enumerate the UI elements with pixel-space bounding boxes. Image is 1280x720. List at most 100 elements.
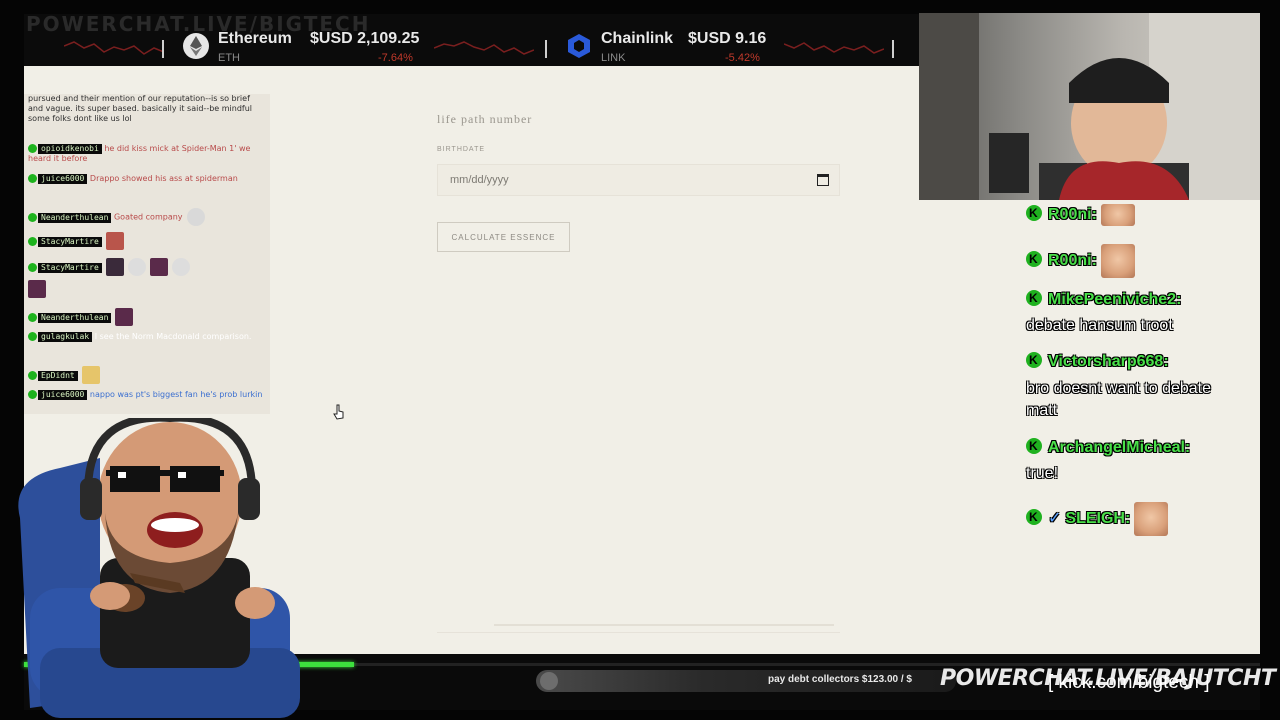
chat-text: nappo was pt's biggest fan he's prob lur…: [89, 390, 263, 399]
calculate-essence-button[interactable]: CALCULATE ESSENCE: [437, 222, 570, 252]
chat-text: debate hansum troot: [1026, 317, 1173, 334]
chat-message: Neanderthulean Goated company: [28, 208, 264, 226]
kick-badge-icon: [1026, 507, 1042, 527]
ticker-price: $USD 9.16: [688, 30, 767, 47]
birthdate-placeholder: mm/dd/yyyy: [450, 174, 509, 186]
streamer-image: [919, 13, 1260, 200]
emote-icon: [1100, 204, 1135, 226]
kick-badge-icon: [1026, 203, 1042, 223]
chat-username[interactable]: opioidkenobi: [38, 144, 102, 154]
check-badge-icon: ✓: [1048, 510, 1062, 528]
emote-icon: [1100, 244, 1135, 278]
chat-username[interactable]: juice6000: [38, 390, 88, 400]
chat-username[interactable]: R00ni:: [1048, 252, 1097, 269]
avatar-mascot: [18, 418, 300, 718]
ticker-symbol: LINK: [601, 52, 626, 64]
chat-message: R00ni:: [1026, 244, 1135, 278]
emote-icon: [171, 258, 190, 276]
kick-badge-icon: [1026, 288, 1042, 308]
chat-message: opioidkenobi he did kiss mick at Spider-…: [28, 144, 264, 164]
chat-text: true!: [1026, 465, 1059, 482]
birthdate-label: BIRTHDATE: [437, 146, 486, 153]
ticker-price: $USD 2,109.25: [310, 30, 420, 47]
ticker-name: Chainlink: [601, 30, 674, 47]
chat-username[interactable]: ArchangelMicheal:: [1048, 439, 1190, 456]
right-chat-panel: R00ni: R00ni: MikePeeniviche2: debate ha…: [1026, 200, 1246, 550]
chat-message: pursued and their mention of our reputat…: [28, 94, 264, 124]
kick-badge-icon: [1026, 350, 1042, 370]
sparkline: [64, 41, 164, 55]
ethereum-icon: [183, 33, 209, 59]
chat-text: I see the Norm Macdonald comparison.: [94, 332, 252, 341]
chat-message: MikePeeniviche2:: [1026, 288, 1181, 310]
green-badge-icon: [28, 212, 37, 222]
ticker-separator: [892, 40, 894, 58]
sparkline: [784, 42, 884, 54]
emote-icon: [28, 280, 46, 298]
calendar-icon[interactable]: [817, 174, 829, 186]
birthdate-input[interactable]: mm/dd/yyyy: [437, 164, 840, 196]
kick-url: [ kick.com/bigtech ]: [1048, 672, 1210, 693]
chat-username[interactable]: Victorsharp668:: [1048, 353, 1169, 370]
chat-username[interactable]: StacyMartire: [38, 262, 102, 273]
emote-icon: [81, 366, 100, 384]
chat-message: StacyMartire: [28, 232, 264, 250]
green-badge-icon: [28, 312, 37, 322]
ticker-name: Ethereum: [218, 30, 292, 47]
green-badge-icon: [28, 144, 37, 153]
footer-text: [494, 622, 834, 628]
ticker-separator: [545, 40, 547, 58]
chat-message: juice6000 nappo was pt's biggest fan he'…: [28, 390, 264, 400]
donation-goal-text: pay debt collectors $123.00 / $: [768, 674, 912, 685]
chat-username[interactable]: juice6000: [38, 174, 88, 184]
ticker-separator: [162, 40, 164, 58]
kick-badge-icon: [1026, 249, 1042, 269]
sparkline: [434, 41, 534, 55]
emote-icon: [1134, 502, 1169, 536]
chat-username[interactable]: EpDidnt: [38, 370, 78, 381]
green-badge-icon: [28, 236, 37, 246]
green-badge-icon: [28, 370, 37, 380]
chat-username[interactable]: StacyMartire: [38, 236, 102, 247]
chat-message: Victorsharp668:: [1026, 350, 1169, 372]
left-chat-panel: pursued and their mention of our reputat…: [24, 94, 270, 414]
calculate-essence-label: CALCULATE ESSENCE: [451, 233, 556, 242]
chat-username[interactable]: MikePeeniviche2:: [1048, 291, 1181, 308]
crypto-ticker: POWERCHAT.LIVE/BIGTECH Ethereum ETH $USD…: [24, 14, 920, 66]
chat-username[interactable]: R00ni:: [1048, 206, 1097, 223]
emote-icon: [149, 258, 168, 276]
chat-username[interactable]: gulagkulak: [38, 332, 93, 342]
chat-message: gulagkulak I see the Norm Macdonald comp…: [28, 332, 264, 342]
green-badge-icon: [28, 262, 37, 272]
chat-message: ArchangelMicheal:: [1026, 436, 1190, 458]
ticker-item-chainlink: Chainlink LINK $USD 9.16 -5.42%: [565, 30, 785, 66]
green-badge-icon: [28, 390, 37, 399]
chat-message: EpDidnt: [28, 366, 264, 384]
chat-text: pursued and their mention of our reputat…: [28, 94, 253, 123]
chat-username[interactable]: Neanderthulean: [38, 212, 112, 223]
green-badge-icon: [28, 332, 37, 341]
emote-icon: [105, 232, 124, 250]
chat-text: Goated company: [113, 212, 183, 222]
footer-divider: [437, 632, 840, 633]
chat-message: ✓SLEIGH:: [1026, 502, 1169, 536]
webcam-feed: [919, 13, 1260, 200]
ticker-item-ethereum: Ethereum ETH $USD 2,109.25 -7.64%: [182, 30, 422, 66]
ticker-change: -5.42%: [725, 52, 760, 64]
chat-emote-row: [28, 280, 264, 298]
emote-icon: [186, 208, 205, 226]
chat-username[interactable]: Neanderthulean: [38, 312, 112, 323]
ticker-symbol: ETH: [218, 52, 240, 64]
emote-icon: [115, 308, 134, 326]
emote-icon: [127, 258, 146, 276]
page-title: life path number: [437, 112, 533, 126]
chat-text: Drappo showed his ass at spiderman: [89, 174, 238, 183]
emote-icon: [105, 258, 124, 276]
chat-message: juice6000 Drappo showed his ass at spide…: [28, 174, 264, 184]
chat-message: R00ni:: [1026, 203, 1135, 226]
chat-username[interactable]: SLEIGH:: [1065, 510, 1130, 527]
donation-pill-dot: [540, 672, 558, 690]
chainlink-icon: [568, 34, 590, 58]
chat-text: bro doesnt want to debate matt: [1026, 380, 1212, 419]
chat-message: StacyMartire: [28, 258, 264, 276]
